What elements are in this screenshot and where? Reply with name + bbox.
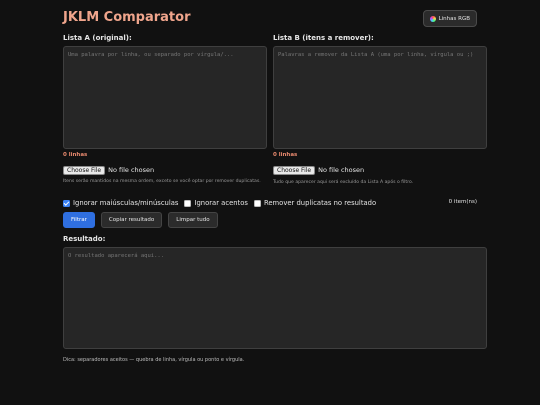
- item-count: 0 item(ns): [448, 199, 477, 205]
- clear-all-button[interactable]: Limpar tudo: [168, 212, 218, 228]
- ignore-case-option[interactable]: Ignorar maiúsculas/minúsculas: [63, 199, 178, 207]
- result-label: Resultado:: [63, 235, 106, 243]
- filter-button[interactable]: Filtrar: [63, 212, 95, 228]
- list-b-hint: Tudo que aparecer aqui será excluído da …: [273, 180, 414, 185]
- list-b-choose-file-button[interactable]: Choose File: [273, 165, 316, 175]
- list-b-file-picker: Choose File No file chosen: [273, 165, 364, 175]
- list-b-file-status: No file chosen: [318, 166, 365, 174]
- footer-tip: Dica: separadores aceitos — quebra de li…: [63, 357, 245, 363]
- rgb-lines-button[interactable]: Linhas RGB: [422, 10, 477, 27]
- action-buttons: Filtrar Copiar resultado Limpar tudo: [63, 212, 218, 228]
- list-a-choose-file-button[interactable]: Choose File: [63, 165, 106, 175]
- list-a-count: 0 linhas: [63, 152, 88, 158]
- list-a-label: Lista A (original):: [63, 34, 132, 42]
- remove-duplicates-option[interactable]: Remover duplicatas no resultado: [253, 199, 377, 207]
- remove-duplicates-label: Remover duplicatas no resultado: [263, 199, 377, 207]
- rainbow-icon: [429, 15, 436, 22]
- list-a-file-picker: Choose File No file chosen: [63, 165, 154, 175]
- options-row: Ignorar maiúsculas/minúsculas Ignorar ac…: [63, 198, 477, 208]
- result-output[interactable]: [63, 247, 487, 349]
- rgb-lines-label: Linhas RGB: [438, 15, 470, 22]
- ignore-accents-label: Ignorar acentos: [194, 199, 248, 207]
- remove-duplicates-checkbox[interactable]: [253, 199, 261, 207]
- ignore-case-checkbox[interactable]: [63, 199, 70, 207]
- list-b-label: Lista B (itens a remover):: [273, 34, 374, 42]
- copy-result-button[interactable]: Copiar resultado: [100, 212, 163, 228]
- ignore-accents-checkbox[interactable]: [184, 199, 192, 207]
- list-b-count: 0 linhas: [273, 152, 298, 158]
- app-header: JKLM Comparator Linhas RGB: [63, 9, 477, 29]
- list-a-hint: Itens serão mantidos na mesma ordem, exc…: [63, 179, 261, 184]
- list-a-file-status: No file chosen: [108, 166, 155, 174]
- ignore-case-label: Ignorar maiúsculas/minúsculas: [73, 199, 179, 207]
- ignore-accents-option[interactable]: Ignorar acentos: [184, 199, 248, 207]
- app-title: JKLM Comparator: [63, 10, 191, 25]
- list-b-input[interactable]: [273, 46, 487, 149]
- list-a-input[interactable]: [63, 46, 267, 149]
